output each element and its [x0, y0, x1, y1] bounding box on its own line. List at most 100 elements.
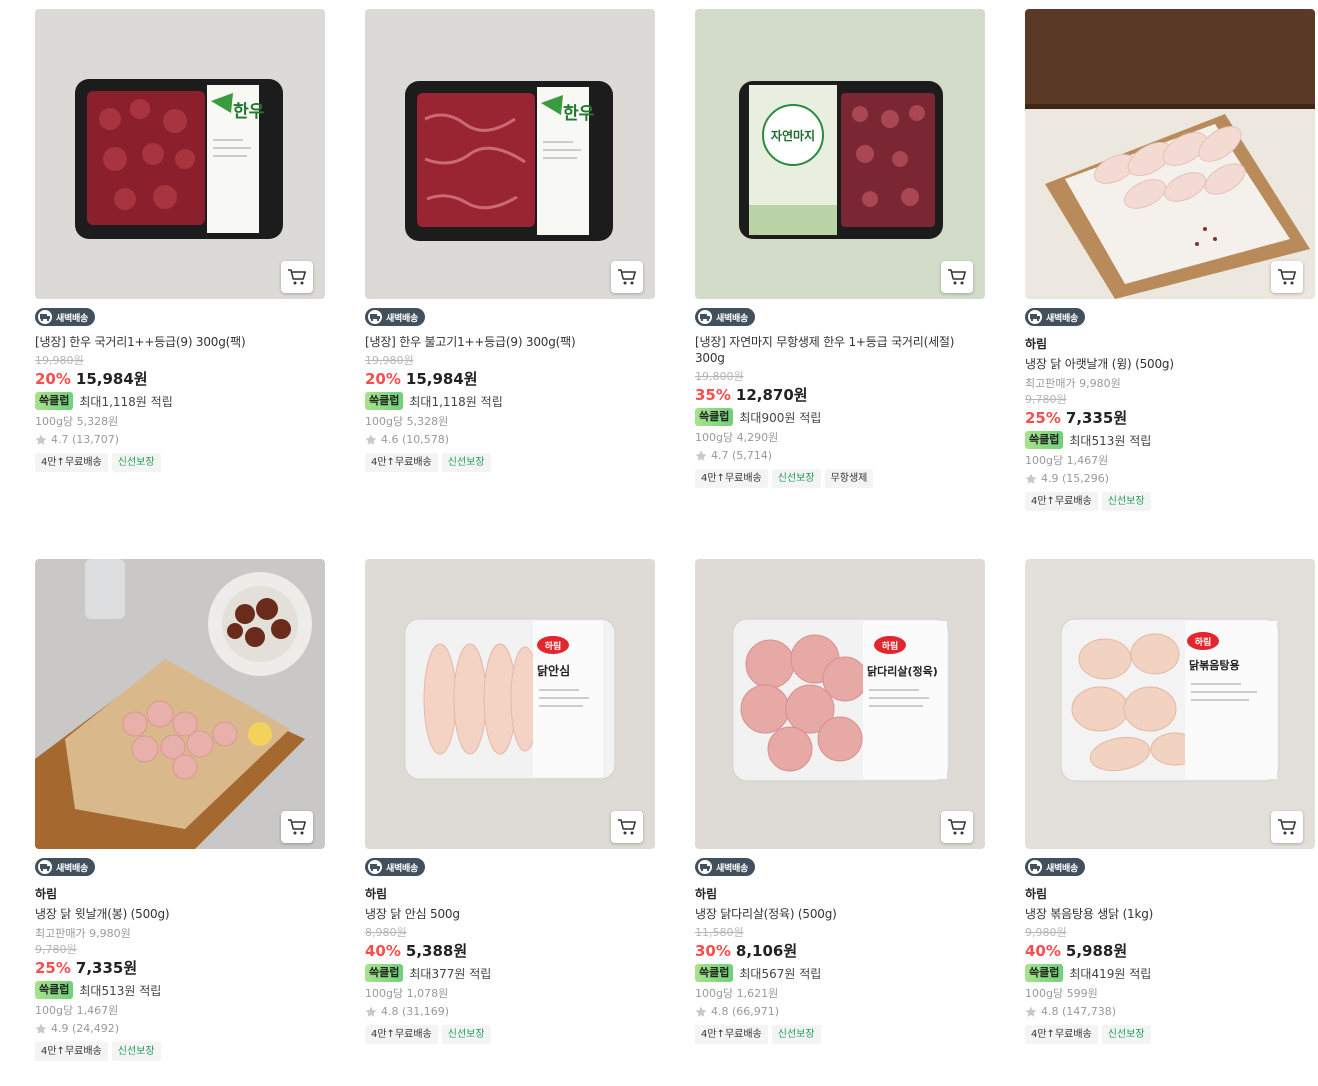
- add-to-cart-button[interactable]: [611, 261, 643, 293]
- fresh-guarantee-tag: 신선보장: [1101, 492, 1151, 511]
- rating-text: 4.7 (13,707): [51, 433, 120, 446]
- add-to-cart-button[interactable]: [281, 261, 313, 293]
- original-price: 11,580원: [695, 926, 744, 939]
- product-image[interactable]: 하림 닭다리살(정육): [695, 559, 985, 849]
- product-title[interactable]: [냉장] 한우 국거리1++등급(9) 300g(팩): [35, 334, 325, 350]
- rating-row: 4.8 (66,971): [695, 1004, 985, 1019]
- add-to-cart-button[interactable]: [1271, 261, 1303, 293]
- star-icon: [695, 450, 707, 461]
- discount-rate: 20%: [365, 370, 401, 388]
- product-image[interactable]: 하림 닭안심: [365, 559, 655, 849]
- brand-name: 하림: [1025, 887, 1048, 901]
- sale-price: 5,388원: [405, 942, 468, 960]
- add-to-cart-button[interactable]: [941, 811, 973, 843]
- product-card[interactable]: 자연마지 새벽배송 [냉장] 자연마지 무항생제 한우 1+등급 국거리(세절)…: [695, 9, 985, 488]
- pack-brand-label: 하림: [1195, 636, 1212, 648]
- product-image[interactable]: [1025, 9, 1315, 299]
- cart-icon: [288, 819, 306, 835]
- add-to-cart-button[interactable]: [941, 261, 973, 293]
- sale-price: 15,984원: [405, 370, 478, 388]
- chicken-drumettes-image: [35, 559, 325, 849]
- star-icon: [35, 434, 47, 445]
- product-card[interactable]: 새벽배송 하림 냉장 닭 윗날개(봉) (500g) 최고판매가 9,980원 …: [35, 559, 325, 1061]
- dawn-delivery-badge: 새벽배송: [695, 308, 755, 326]
- truck-icon: [698, 860, 712, 874]
- brand-name: 하림: [1025, 337, 1048, 351]
- brand-name: 하림: [35, 887, 58, 901]
- pack-product-label: 닭다리살(정육): [867, 664, 938, 678]
- free-shipping-tag: 4만↑무료배송: [35, 453, 108, 472]
- discount-rate: 25%: [1025, 409, 1061, 427]
- reward-badge: 쓱클럽: [695, 408, 734, 426]
- chicken-stew-cut-image: 하림 닭볶음탕용: [1025, 559, 1315, 849]
- price-row: 35% 12,870원: [695, 385, 985, 405]
- dawn-delivery-badge: 새벽배송: [365, 858, 425, 876]
- product-image[interactable]: 한우: [365, 9, 655, 299]
- discount-rate: 30%: [695, 942, 731, 960]
- rating-row: 4.7 (5,714): [695, 448, 985, 463]
- product-title[interactable]: 냉장 볶음탕용 생닭 (1kg): [1025, 906, 1315, 922]
- cart-icon: [1278, 269, 1296, 285]
- reward-badge: 쓱클럽: [1025, 964, 1064, 982]
- unit-price: 100g당 1,467원: [35, 1004, 119, 1017]
- dawn-delivery-badge: 새벽배송: [35, 858, 95, 876]
- price-row: 40% 5,388원: [365, 941, 655, 961]
- product-image[interactable]: [35, 559, 325, 849]
- unit-price: 100g당 5,328원: [35, 415, 119, 428]
- original-price: 9,780원: [1025, 393, 1067, 406]
- reward-row: 쓱클럽 최대1,118원 적립: [35, 391, 325, 411]
- reward-text: 최대1,118원 적립: [409, 394, 503, 409]
- delivery-label: 새벽배송: [1046, 863, 1078, 874]
- price-row: 20% 15,984원: [365, 369, 655, 389]
- product-card[interactable]: 하림 닭안심 새벽배송 하림 냉장 닭 안심 500g 8,980원 40% 5…: [365, 559, 655, 1044]
- price-row: 20% 15,984원: [35, 369, 325, 389]
- original-price: 9,980원: [1025, 926, 1067, 939]
- product-image[interactable]: 하림 닭볶음탕용: [1025, 559, 1315, 849]
- product-image[interactable]: 자연마지: [695, 9, 985, 299]
- add-to-cart-button[interactable]: [611, 811, 643, 843]
- original-price: 19,980원: [35, 354, 84, 367]
- product-title[interactable]: 냉장 닭 아랫날개 (윙) (500g): [1025, 356, 1315, 372]
- tag-list: 4만↑무료배송 신선보장: [35, 1042, 325, 1061]
- rating-row: 4.6 (10,578): [365, 432, 655, 447]
- reward-text: 최대377원 적립: [409, 966, 492, 981]
- rating-text: 4.6 (10,578): [381, 433, 450, 446]
- reward-row: 쓱클럽 최대513원 적립: [35, 980, 325, 1000]
- product-title[interactable]: 냉장 닭다리살(정육) (500g): [695, 906, 985, 922]
- product-title[interactable]: 냉장 닭 안심 500g: [365, 906, 655, 922]
- price-row: 25% 7,335원: [1025, 408, 1315, 428]
- rating-row: 4.7 (13,707): [35, 432, 325, 447]
- add-to-cart-button[interactable]: [281, 811, 313, 843]
- add-to-cart-button[interactable]: [1271, 811, 1303, 843]
- discount-rate: 40%: [365, 942, 401, 960]
- chicken-tenderloin-image: 하림 닭안심: [365, 559, 655, 849]
- fresh-guarantee-tag: 신선보장: [1101, 1025, 1151, 1044]
- hanwoo-package-image: 한우: [35, 9, 325, 299]
- rating-text: 4.9 (24,492): [51, 1022, 120, 1035]
- unit-price: 100g당 599원: [1025, 987, 1098, 1000]
- product-card[interactable]: 한우 새벽배송 [냉장] 한우 국거리1++등급(9) 300g(팩) 19,9…: [35, 9, 325, 472]
- product-card[interactable]: 하림 닭볶음탕용 새벽배송 하림 냉장 볶음탕용 생닭 (1kg) 9,980원…: [1025, 559, 1315, 1044]
- dawn-delivery-badge: 새벽배송: [365, 308, 425, 326]
- tag-list: 4만↑무료배송 신선보장: [695, 1025, 985, 1044]
- product-card[interactable]: 새벽배송 하림 냉장 닭 아랫날개 (윙) (500g) 최고판매가 9,980…: [1025, 9, 1315, 511]
- rating-text: 4.7 (5,714): [711, 449, 773, 462]
- star-icon: [1025, 473, 1037, 484]
- product-title[interactable]: [냉장] 자연마지 무항생제 한우 1+등급 국거리(세절) 300g: [695, 334, 985, 366]
- sale-price: 8,106원: [735, 942, 798, 960]
- cart-icon: [618, 819, 636, 835]
- rating-text: 4.9 (15,296): [1041, 472, 1110, 485]
- product-title[interactable]: [냉장] 한우 불고기1++등급(9) 300g(팩): [365, 334, 655, 350]
- product-image[interactable]: 한우: [35, 9, 325, 299]
- product-card[interactable]: 한우 새벽배송 [냉장] 한우 불고기1++등급(9) 300g(팩) 19,9…: [365, 9, 655, 472]
- product-card[interactable]: 하림 닭다리살(정육) 새벽배송 하림 냉장 닭다리살(정육) (500g) 1…: [695, 559, 985, 1044]
- free-shipping-tag: 4만↑무료배송: [35, 1042, 108, 1061]
- reward-text: 최대567원 적립: [739, 966, 822, 981]
- reward-row: 쓱클럽 최대1,118원 적립: [365, 391, 655, 411]
- unit-price: 100g당 4,290원: [695, 431, 779, 444]
- fresh-guarantee-tag: 신선보장: [771, 469, 821, 488]
- reward-row: 쓱클럽 최대567원 적립: [695, 963, 985, 983]
- original-price: 19,800원: [695, 370, 744, 383]
- tag-list: 4만↑무료배송 신선보장 무항생제: [695, 469, 985, 488]
- product-title[interactable]: 냉장 닭 윗날개(봉) (500g): [35, 906, 325, 922]
